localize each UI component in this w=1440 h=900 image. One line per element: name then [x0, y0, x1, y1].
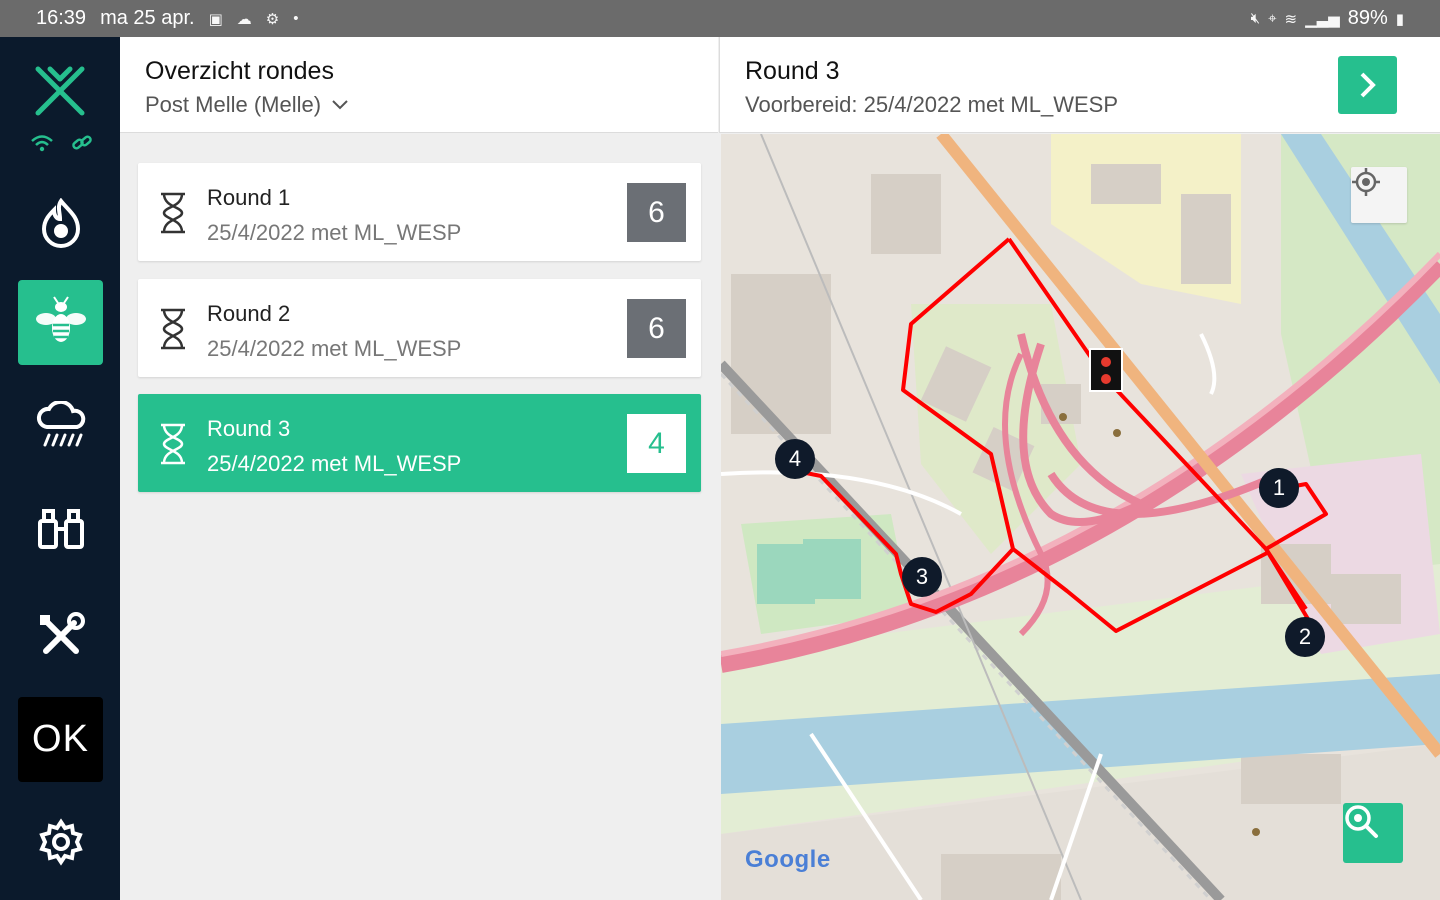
chevron-right-icon	[1360, 72, 1376, 98]
round-detail-header: Round 3 Voorbereid: 25/4/2022 met ML_WES…	[719, 37, 1440, 133]
link-status-icon	[72, 135, 92, 150]
my-location-button[interactable]	[1351, 167, 1407, 223]
round-date: 25/4/2022 met ML_WESP	[207, 336, 462, 361]
next-button[interactable]	[1338, 56, 1397, 114]
zoom-search-icon	[1345, 805, 1378, 838]
round-card-3[interactable]: Round 3 25/4/2022 met ML_WESP 4	[138, 394, 701, 492]
round-name: Round 3	[207, 416, 291, 441]
mute-icon: 🔇︎	[1250, 10, 1261, 27]
waypoint-marker-2[interactable]: 2	[1285, 617, 1325, 657]
round-count-badge: 4	[627, 414, 686, 473]
nav-observation-button[interactable]	[18, 486, 103, 571]
round-date: 25/4/2022 met ML_WESP	[207, 220, 462, 245]
cloud-icon: ☁	[236, 10, 252, 28]
round-card-1[interactable]: Round 1 25/4/2022 met ML_WESP 6	[138, 163, 701, 261]
wasp-icon	[35, 295, 86, 342]
battery-level: 89%	[1347, 7, 1388, 29]
clock: 16:39	[36, 7, 87, 29]
chevron-down-icon	[332, 100, 348, 110]
settings-notification-icon: ⚙	[265, 10, 280, 28]
dot-icon: •	[293, 10, 299, 27]
waypoint-marker-3[interactable]: 3	[902, 557, 942, 597]
flame-icon	[41, 197, 80, 248]
traffic-light-icon	[1089, 348, 1123, 392]
app-logo-icon	[35, 66, 85, 116]
round-date: 25/4/2022 met ML_WESP	[207, 451, 462, 476]
google-attribution: Google	[745, 846, 831, 873]
binoculars-icon	[37, 508, 84, 549]
rounds-overview-header: Overzicht rondes Post Melle (Melle)	[120, 37, 718, 133]
nav-weather-button[interactable]	[18, 382, 103, 467]
waypoint-marker-1[interactable]: 1	[1259, 468, 1299, 508]
nav-wasp-button[interactable]	[18, 280, 103, 365]
round-card-2[interactable]: Round 2 25/4/2022 met ML_WESP 6	[138, 279, 701, 377]
zoom-to-route-button[interactable]	[1343, 803, 1403, 863]
rounds-list: Round 1 25/4/2022 met ML_WESP 6 Round 2 …	[120, 133, 719, 900]
tools-icon	[39, 611, 85, 654]
status-bar: 16:39 ma 25 apr. ▣ ☁ ⚙ • 🔇︎ ⌖ ≋ ▁▃▅ 89% …	[0, 0, 1440, 37]
round-subtitle: Voorbereid: 25/4/2022 met ML_WESP	[745, 92, 1118, 117]
gear-icon	[38, 817, 83, 866]
battery-icon: ▮	[1395, 10, 1404, 28]
nav-rail: OK	[0, 37, 120, 900]
location-dropdown[interactable]: Post Melle (Melle)	[145, 92, 349, 118]
map-canvas	[721, 134, 1440, 900]
round-name: Round 1	[207, 185, 291, 210]
round-count-badge: 6	[627, 183, 686, 242]
waypoint-marker-4[interactable]: 4	[775, 439, 815, 479]
location-icon: ⌖	[1268, 10, 1277, 27]
round-count-badge: 6	[627, 299, 686, 358]
page-title: Overzicht rondes	[145, 57, 334, 85]
nav-settings-button[interactable]	[18, 799, 103, 884]
ok-button[interactable]: OK	[18, 697, 103, 782]
wifi-icon: ≋	[1284, 10, 1298, 28]
message-icon: ▣	[208, 10, 223, 28]
nav-fire-button[interactable]	[18, 180, 103, 265]
date: ma 25 apr.	[100, 7, 195, 29]
location-label: Post Melle (Melle)	[145, 92, 322, 117]
rain-cloud-icon	[36, 400, 85, 446]
signal-icon: ▁▃▅	[1305, 10, 1340, 28]
hourglass-icon	[161, 192, 185, 234]
round-title: Round 3	[745, 57, 840, 85]
hourglass-icon	[161, 423, 185, 465]
wifi-status-icon	[31, 135, 53, 152]
route-map[interactable]: 1 2 3 4 Google	[721, 134, 1440, 900]
nav-tools-button[interactable]	[18, 593, 103, 678]
hourglass-icon	[161, 308, 185, 350]
crosshair-icon	[1352, 168, 1380, 196]
round-name: Round 2	[207, 301, 291, 326]
